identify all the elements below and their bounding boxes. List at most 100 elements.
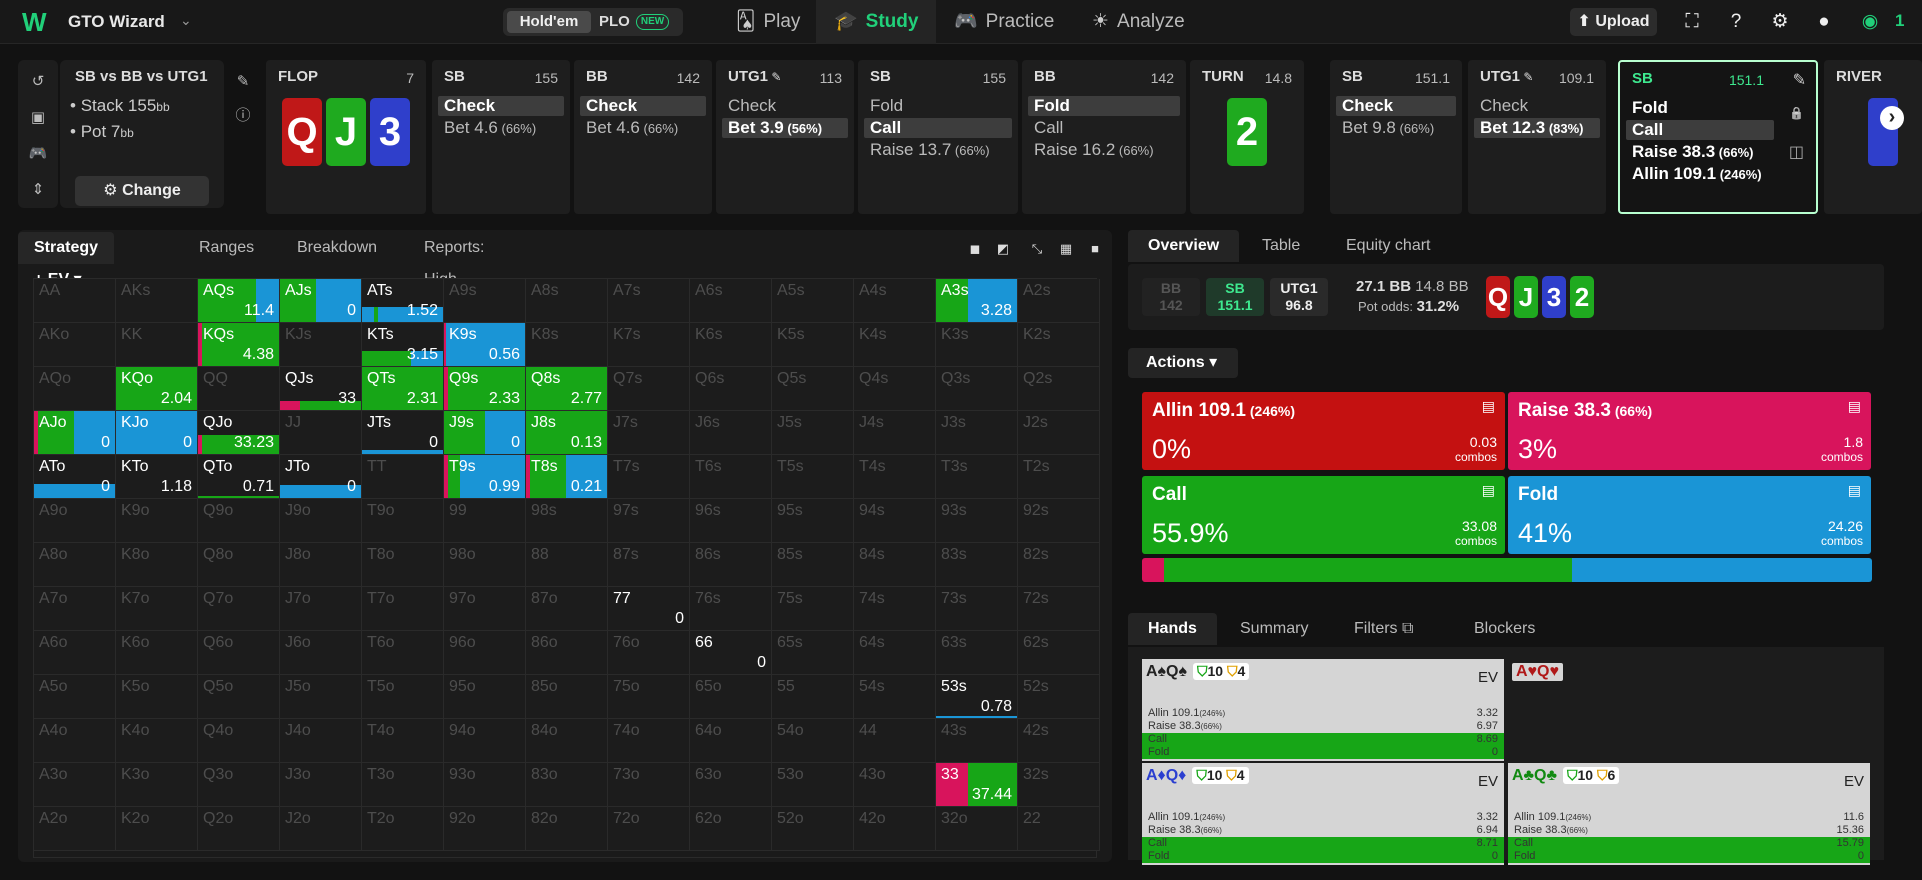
action-option[interactable]: Raise 38.3 (66%): [1626, 142, 1774, 162]
hand-cell[interactable]: 64o: [690, 719, 772, 763]
hand-cell[interactable]: KQs 4.38: [198, 323, 280, 367]
action-box[interactable]: Call 55.9% 33.08 combos ▤: [1142, 476, 1505, 554]
hand-cell[interactable]: AKo: [34, 323, 116, 367]
hand-cell[interactable]: J7o: [280, 587, 362, 631]
tab-hands[interactable]: Hands: [1128, 613, 1217, 645]
hand-cell[interactable]: Q8o: [198, 543, 280, 587]
hand-cell[interactable]: A7s: [608, 279, 690, 323]
action-option[interactable]: Check: [580, 96, 706, 116]
hand-cell[interactable]: 44: [854, 719, 936, 763]
action-column[interactable]: SB 155 Fold Call Raise 13.7 (66%): [858, 60, 1018, 214]
app-name[interactable]: GTO Wizard: [68, 12, 165, 32]
pencil-icon[interactable]: ✎: [1793, 70, 1806, 90]
hand-cell[interactable]: JTo 0: [280, 455, 362, 499]
contrast-icon[interactable]: ◩: [992, 238, 1014, 260]
hand-cell[interactable]: 52o: [772, 807, 854, 851]
hand-cell[interactable]: T8o: [362, 543, 444, 587]
hand-cell[interactable]: 99: [444, 499, 526, 543]
hand-cell[interactable]: 95o: [444, 675, 526, 719]
action-option[interactable]: Call: [1028, 118, 1180, 138]
action-option[interactable]: Call: [864, 118, 1012, 138]
hand-cell[interactable]: K8o: [116, 543, 198, 587]
hand-cell[interactable]: 32s: [1018, 763, 1100, 807]
compress-icon[interactable]: ⤡: [1026, 238, 1048, 260]
tab-table[interactable]: Table: [1242, 230, 1320, 262]
grid-icon[interactable]: ▦: [1055, 238, 1077, 260]
hand-cell[interactable]: 74s: [854, 587, 936, 631]
hand-cell[interactable]: J6s: [690, 411, 772, 455]
cube-icon[interactable]: ◼: [964, 238, 986, 260]
hand-cell[interactable]: 96o: [444, 631, 526, 675]
hand-cell[interactable]: 77 0: [608, 587, 690, 631]
hand-cell[interactable]: 72s: [1018, 587, 1100, 631]
hand-cell[interactable]: KTo 1.18: [116, 455, 198, 499]
hand-cell[interactable]: 75o: [608, 675, 690, 719]
action-box[interactable]: Allin 109.1 (246%) 0% 0.03 combos ▤: [1142, 392, 1505, 470]
pencil-icon[interactable]: ✎: [228, 72, 258, 90]
hand-cell[interactable]: T9s 0.99: [444, 455, 526, 499]
hand-cell[interactable]: 83o: [526, 763, 608, 807]
hand-cell[interactable]: 85s: [772, 543, 854, 587]
upload-button[interactable]: ⬆ Upload: [1570, 8, 1657, 36]
tab-summary[interactable]: Summary: [1220, 613, 1328, 645]
hand-cell[interactable]: T3s: [936, 455, 1018, 499]
hand-cell[interactable]: 75s: [772, 587, 854, 631]
hand-cell[interactable]: A6s: [690, 279, 772, 323]
tab-ranges[interactable]: Ranges: [183, 232, 270, 264]
hand-cell[interactable]: AQs 11.4: [198, 279, 280, 323]
hand-cell[interactable]: 63s: [936, 631, 1018, 675]
hand-cell[interactable]: 94o: [444, 719, 526, 763]
hand-cell[interactable]: 76o: [608, 631, 690, 675]
hand-cell[interactable]: K9o: [116, 499, 198, 543]
hand-cell[interactable]: 86o: [526, 631, 608, 675]
hand-cell[interactable]: K6s: [690, 323, 772, 367]
note-icon[interactable]: ▤: [1482, 398, 1495, 415]
hand-cell[interactable]: Q5o: [198, 675, 280, 719]
hand-cell[interactable]: K9s 0.56: [444, 323, 526, 367]
hand-cell[interactable]: J2o: [280, 807, 362, 851]
tab-equity-chart[interactable]: Equity chart: [1326, 230, 1450, 262]
hand-cell[interactable]: 73s: [936, 587, 1018, 631]
hand-cell[interactable]: T7o: [362, 587, 444, 631]
tab-blockers[interactable]: Blockers: [1454, 613, 1555, 645]
action-option[interactable]: Allin 109.1 (246%): [1626, 164, 1774, 184]
hand-cell[interactable]: J4s: [854, 411, 936, 455]
hand-cell[interactable]: 43o: [854, 763, 936, 807]
hand-cell[interactable]: Q2o: [198, 807, 280, 851]
hand-cell[interactable]: A3s 3.28: [936, 279, 1018, 323]
hand-cell[interactable]: KK: [116, 323, 198, 367]
user-avatar-icon[interactable]: ●: [1812, 10, 1836, 34]
actions-dropdown[interactable]: Actions ▾: [1128, 348, 1238, 378]
hand-cell[interactable]: 22: [1018, 807, 1100, 851]
hand-cell[interactable]: K3s: [936, 323, 1018, 367]
hand-card[interactable]: A♠Q♠ ⛉10 ⛉4 EV Allin 109.1(246%) 3.32 Raise 3…: [1142, 659, 1504, 761]
action-option[interactable]: Bet 4.6 (66%): [580, 118, 706, 138]
hand-cell[interactable]: 53o: [772, 763, 854, 807]
hand-cell[interactable]: Q9s 2.33: [444, 367, 526, 411]
hand-cell[interactable]: QTs 2.31: [362, 367, 444, 411]
hand-cell[interactable]: A9o: [34, 499, 116, 543]
action-option[interactable]: Raise 13.7 (66%): [864, 140, 1012, 160]
hand-cell[interactable]: 66 0: [690, 631, 772, 675]
hand-cell[interactable]: 87o: [526, 587, 608, 631]
hand-cell[interactable]: Q7o: [198, 587, 280, 631]
hand-cell[interactable]: T9o: [362, 499, 444, 543]
hand-cell[interactable]: A7o: [34, 587, 116, 631]
player-bb[interactable]: BB 142: [1142, 278, 1200, 316]
gto-wizard-logo[interactable]: W: [22, 9, 52, 35]
hand-cell[interactable]: AJs 0: [280, 279, 362, 323]
pencil-icon[interactable]: ✎: [1520, 70, 1533, 84]
hand-cell[interactable]: 42s: [1018, 719, 1100, 763]
nav-play[interactable]: 🂡 Play: [720, 0, 816, 44]
hand-cell[interactable]: T2s: [1018, 455, 1100, 499]
gear-icon[interactable]: ⚙: [1768, 10, 1792, 34]
hand-cell[interactable]: 65o: [690, 675, 772, 719]
hand-cell[interactable]: ATs 1.52: [362, 279, 444, 323]
hand-cell[interactable]: 92o: [444, 807, 526, 851]
hand-cell[interactable]: 64s: [854, 631, 936, 675]
hand-cell[interactable]: AA: [34, 279, 116, 323]
action-option[interactable]: Check: [1474, 96, 1600, 116]
action-option[interactable]: Check: [1336, 96, 1456, 116]
action-option[interactable]: Check: [438, 96, 564, 116]
hand-cell[interactable]: AQo: [34, 367, 116, 411]
